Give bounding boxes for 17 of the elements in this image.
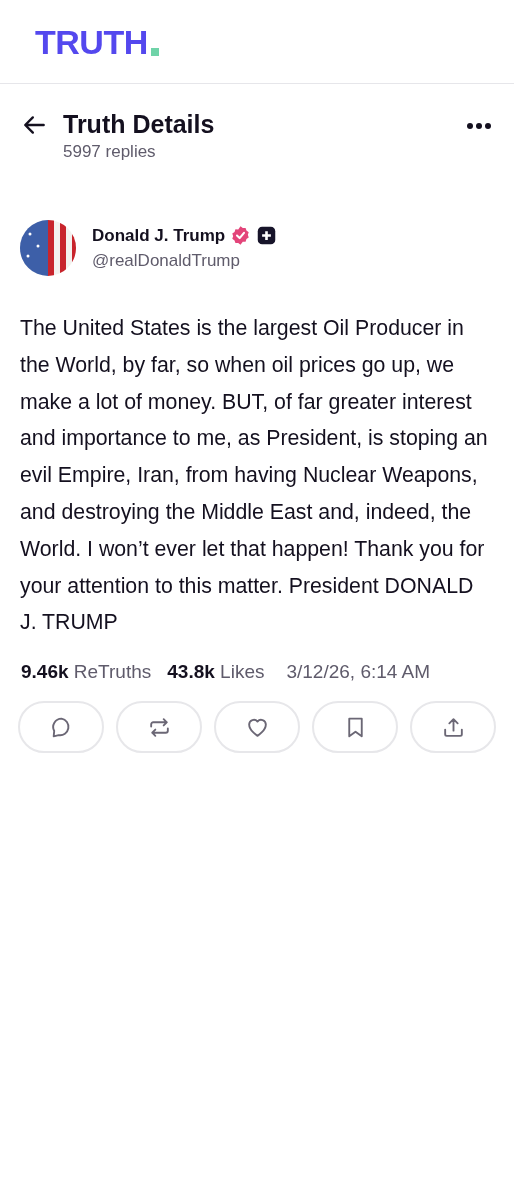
- retruth-button[interactable]: [116, 701, 202, 754]
- bookmark-button[interactable]: [312, 701, 398, 754]
- post-text: The United States is the largest Oil Producer in the World, by far, so when oil prices go up, we make a lot of money. BUT, of far greater interest and importance to me, as President, is stoping an evil Empire, Iran, from having Nuclear Weapons, and destroying the Middle East and, indeed, the World. I won’t ever let that happen! Thank you for your attention to this matter. President DONALD J. TRUMP: [19, 315, 489, 637]
- reply-count: 5997 replies: [63, 142, 157, 162]
- timestamp: 3/12/26, 6:14 AM: [286, 661, 431, 684]
- avatar[interactable]: [20, 220, 76, 276]
- reply-button[interactable]: [18, 701, 104, 754]
- author-name[interactable]: Donald J. Trump: [92, 225, 226, 246]
- page-title: Truth Details: [63, 110, 216, 139]
- author-handle[interactable]: @realDonaldTrump: [92, 251, 278, 271]
- share-button[interactable]: [410, 701, 496, 754]
- stat-count[interactable]: 43.8k Likes: [167, 661, 265, 684]
- plus-badge-icon: [256, 225, 278, 246]
- logo[interactable]: TRUTH: [35, 24, 148, 59]
- like-button[interactable]: [214, 701, 300, 754]
- more-options-icon[interactable]: [466, 122, 492, 130]
- stat-count[interactable]: 9.46k ReTruths: [21, 661, 152, 684]
